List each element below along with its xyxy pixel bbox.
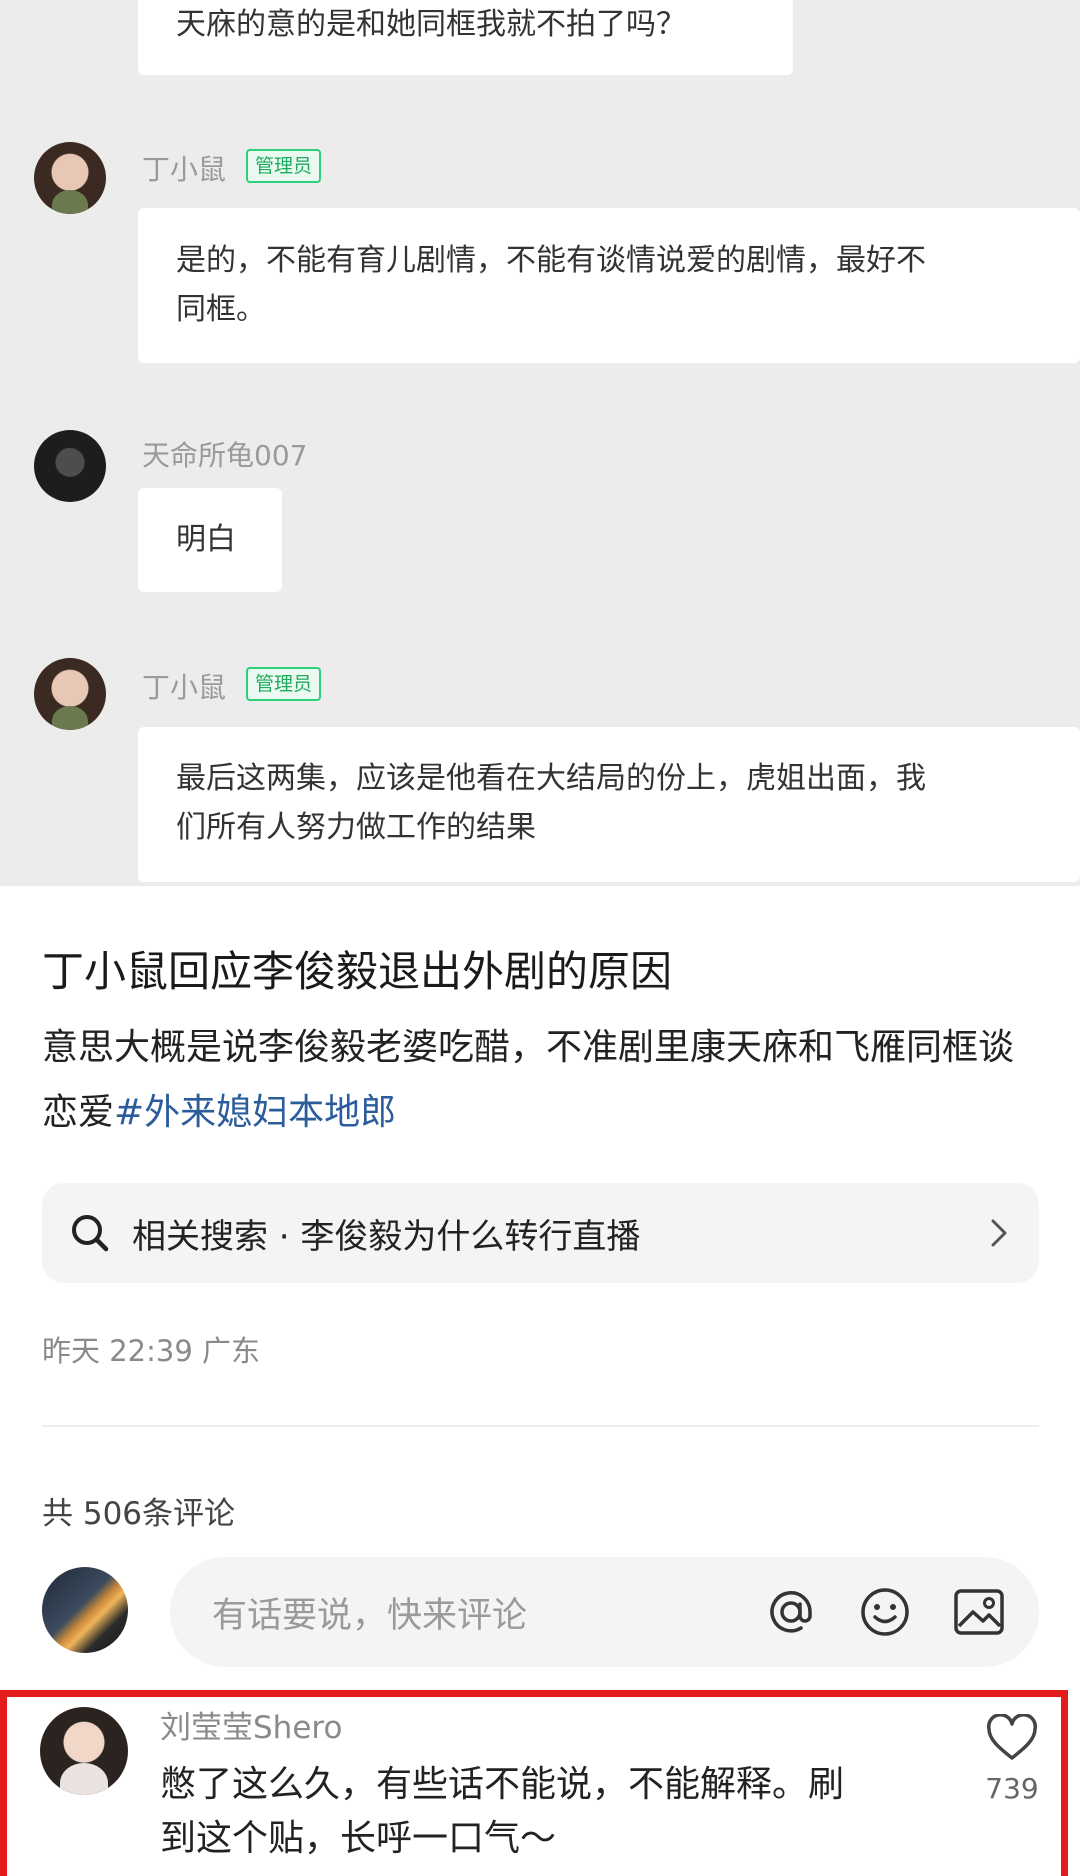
chat-bubble-line: 是的，不能有育儿剧情，不能有谈情说爱的剧情，最好不 (176, 243, 926, 278)
image-icon[interactable] (951, 1584, 1007, 1640)
chat-bubble: 天庥的意的是和她同框我就不拍了吗？ (138, 0, 793, 75)
avatar[interactable] (34, 430, 106, 502)
chat-bubble: 是的，不能有育儿剧情，不能有谈情说爱的剧情，最好不 同框。 (138, 208, 1080, 363)
user-avatar[interactable] (42, 1567, 128, 1653)
chat-screenshot: 天庥的意的是和她同框我就不拍了吗？ 丁小鼠 管理员 是的，不能有育儿剧情，不能有… (0, 0, 1080, 886)
chevron-right-icon (991, 1219, 1007, 1247)
emoji-icon[interactable] (857, 1584, 913, 1640)
chat-bubble: 最后这两集，应该是他看在大结局的份上，虎姐出面，我 们所有人努力做工作的结果 (138, 727, 1080, 882)
chat-bubble-line: 们所有人努力做工作的结果 (176, 810, 536, 845)
commenter-avatar[interactable] (40, 1707, 128, 1795)
avatar[interactable] (34, 142, 106, 214)
chat-sender-name: 丁小鼠 (142, 153, 227, 186)
post-title: 丁小鼠回应李俊毅退出外剧的原因 (42, 947, 673, 996)
at-icon[interactable] (763, 1584, 819, 1640)
divider (42, 1425, 1039, 1427)
chat-sender-name: 天命所龟007 (142, 439, 308, 472)
comment-input-placeholder: 有话要说，快来评论 (212, 1595, 528, 1636)
chat-bubble-line: 明白 (176, 522, 236, 557)
chat-bubble: 明白 (138, 488, 282, 592)
avatar[interactable] (34, 658, 106, 730)
hashtag-link[interactable]: #外来媳妇本地郎 (114, 1092, 396, 1133)
comment-input[interactable]: 有话要说，快来评论 (170, 1557, 1039, 1667)
comment-line: 憋了这么久，有些话不能说，不能解释。刷 (160, 1764, 845, 1805)
like-count: 739 (985, 1772, 1039, 1805)
commenter-name[interactable]: 刘莹莹Shero (160, 1702, 342, 1747)
post-meta: 昨天 22:39 广东 (42, 1334, 261, 1368)
post-body: 意思大概是说李俊毅老婆吃醋，不准剧里康天庥和飞雁同框谈恋爱#外来媳妇本地郎 (42, 1015, 1032, 1145)
chat-bubble-line: 天庥的意的是和她同框我就不拍了吗？ (176, 7, 686, 42)
chat-bubble-line: 同框。 (176, 292, 266, 327)
search-icon (72, 1215, 109, 1252)
admin-badge: 管理员 (246, 667, 322, 701)
related-search-text: 相关搜索 · 李俊毅为什么转行直播 (132, 1216, 641, 1257)
related-search-bar[interactable]: 相关搜索 · 李俊毅为什么转行直播 (42, 1183, 1039, 1283)
comment-text: 憋了这么久，有些话不能说，不能解释。刷 到这个贴，长呼一口气～ (160, 1758, 920, 1866)
chat-bubble-line: 最后这两集，应该是他看在大结局的份上，虎姐出面，我 (176, 761, 926, 796)
heart-icon[interactable] (986, 1714, 1038, 1762)
comment-line: 到这个贴，长呼一口气～ (160, 1818, 557, 1859)
chat-sender-name: 丁小鼠 (142, 671, 227, 704)
comment-count: 共 506条评论 (42, 1496, 236, 1532)
admin-badge: 管理员 (246, 149, 322, 183)
